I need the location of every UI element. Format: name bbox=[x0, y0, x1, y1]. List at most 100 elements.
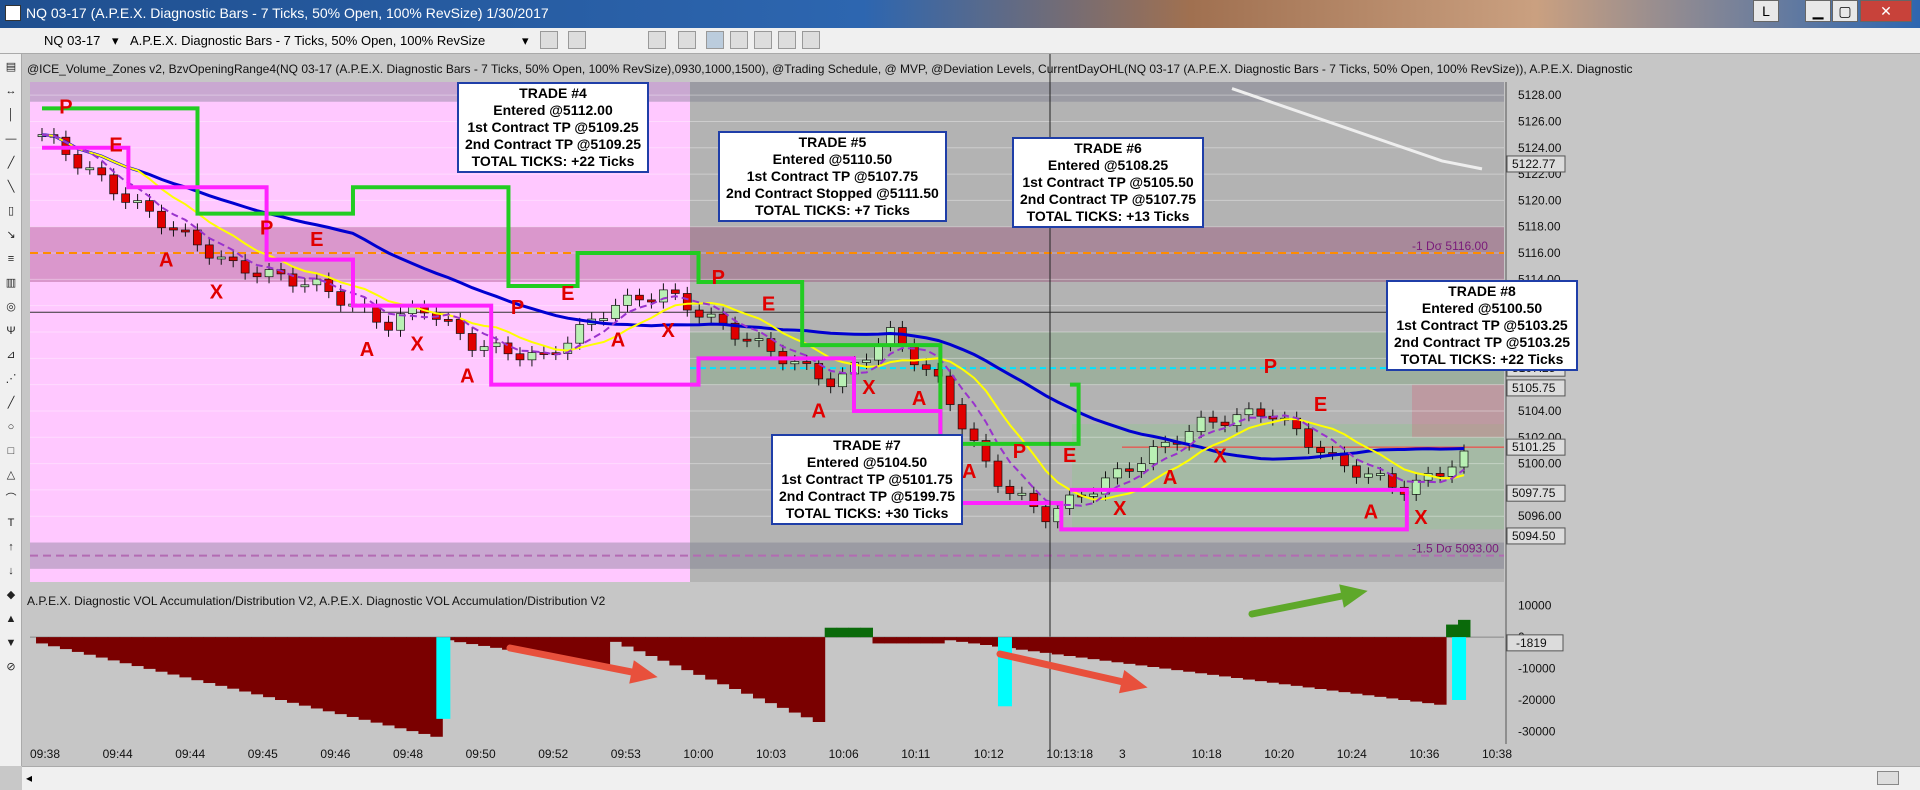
instrument-selector[interactable]: NQ 03-17 bbox=[44, 33, 100, 48]
arc-icon[interactable]: ⌒ bbox=[3, 492, 19, 506]
chart-style-icon[interactable] bbox=[540, 31, 558, 49]
close-button[interactable]: ✕ bbox=[1860, 0, 1912, 22]
triangle-up-icon[interactable]: ▲ bbox=[3, 612, 19, 626]
drawing-tool-icon[interactable] bbox=[568, 31, 586, 49]
time-tick-label: 10:36 bbox=[1409, 747, 1439, 761]
price-chart[interactable]: 5096.005098.005100.005102.005104.005106.… bbox=[22, 54, 1920, 766]
volume-bar bbox=[657, 637, 670, 661]
remove-icon[interactable]: ⊘ bbox=[3, 660, 19, 674]
top-band bbox=[30, 82, 1504, 102]
title-bar: NQ 03-17 (A.P.E.X. Diagnostic Bars - 7 T… bbox=[0, 0, 1920, 28]
trade-note-4: TRADE #4 Entered @5112.00 1st Contract T… bbox=[457, 82, 650, 173]
time-tick-label: 09:46 bbox=[320, 747, 350, 761]
extended-icon[interactable]: ↘ bbox=[3, 228, 19, 242]
horizontal-scrollbar[interactable]: ◂ bbox=[22, 766, 1920, 790]
crosshair-icon[interactable] bbox=[648, 31, 666, 49]
indicators-icon[interactable] bbox=[730, 31, 748, 49]
candle-body bbox=[1364, 473, 1373, 478]
volume-bar bbox=[645, 637, 658, 656]
arrow-line-icon[interactable]: ╲ bbox=[3, 180, 19, 194]
volume-bar bbox=[155, 637, 168, 672]
volume-bar bbox=[1063, 637, 1077, 656]
signal-letter-a: A bbox=[360, 339, 374, 361]
volume-bar bbox=[1458, 619, 1471, 638]
candle-body bbox=[957, 404, 967, 430]
candle-body bbox=[216, 256, 226, 260]
volume-bar bbox=[1075, 637, 1089, 658]
volume-bar bbox=[478, 637, 491, 646]
bar-type-dropdown-icon[interactable]: ▾ bbox=[522, 33, 529, 49]
triangle-down-icon[interactable]: ▼ bbox=[3, 636, 19, 650]
volume-bar bbox=[1087, 637, 1101, 660]
volume-bar bbox=[693, 637, 706, 675]
trade-5-title: TRADE #5 bbox=[798, 134, 867, 150]
signal-letter-p: P bbox=[1264, 356, 1277, 378]
volume-bar bbox=[1398, 637, 1411, 700]
time-tick-label: 10:03 bbox=[756, 747, 786, 761]
price-tick-label: 5120.00 bbox=[1518, 193, 1562, 207]
signal-letter-p: P bbox=[511, 297, 524, 319]
signal-letter-p: P bbox=[1013, 441, 1026, 463]
rectangle-icon[interactable]: □ bbox=[3, 444, 19, 458]
candle-body bbox=[240, 260, 250, 274]
signal-letter-x: X bbox=[210, 281, 224, 303]
pitchfork-icon[interactable]: Ψ bbox=[3, 324, 19, 338]
volume-spike bbox=[436, 637, 451, 719]
ray-icon[interactable]: ╱ bbox=[3, 156, 19, 170]
volume-bar bbox=[251, 637, 264, 695]
triangle-icon[interactable]: △ bbox=[3, 468, 19, 482]
time-tick-label: 10:06 bbox=[829, 747, 859, 761]
text-icon[interactable]: T bbox=[3, 516, 19, 530]
properties-icon[interactable] bbox=[706, 31, 724, 49]
gann-icon[interactable]: ▥ bbox=[3, 276, 19, 290]
zoom-icon[interactable] bbox=[678, 31, 696, 49]
bar-type-selector[interactable]: A.P.E.X. Diagnostic Bars - 7 Ticks, 50% … bbox=[130, 33, 485, 48]
arrow-down-icon[interactable]: ↓ bbox=[3, 564, 19, 578]
candle-body bbox=[133, 200, 142, 203]
triangle-tool-icon[interactable]: ⊿ bbox=[3, 348, 19, 362]
diamond-icon[interactable]: ◆ bbox=[3, 588, 19, 602]
trade-6-title: TRADE #6 bbox=[1074, 140, 1142, 156]
circle-tool-icon[interactable]: ◎ bbox=[3, 300, 19, 314]
signal-letter-x: X bbox=[1214, 445, 1228, 467]
minimize-button[interactable]: ▁ bbox=[1805, 0, 1831, 22]
l-button[interactable]: L bbox=[1753, 0, 1779, 22]
volume-bar bbox=[1015, 637, 1029, 650]
template-icon[interactable] bbox=[778, 31, 796, 49]
volume-bar bbox=[1314, 637, 1328, 689]
ellipse-icon[interactable]: ○ bbox=[3, 420, 19, 434]
scroll-thumb[interactable] bbox=[1877, 771, 1899, 785]
trade-icon[interactable] bbox=[802, 31, 820, 49]
volume-bar bbox=[107, 637, 121, 661]
value-zone-upper bbox=[30, 226, 1504, 282]
candle-body bbox=[886, 327, 895, 346]
candle-body bbox=[515, 353, 525, 361]
time-tick-label: 09:44 bbox=[175, 747, 205, 761]
vline-icon[interactable]: │ bbox=[3, 108, 19, 122]
line-icon[interactable]: — bbox=[3, 132, 19, 146]
pointer-icon[interactable]: ▤ bbox=[3, 60, 19, 74]
strategy-icon[interactable] bbox=[754, 31, 772, 49]
price-flag-label: 5094.50 bbox=[1512, 529, 1556, 543]
time-tick-label: 3 bbox=[1119, 747, 1126, 761]
volume-bar bbox=[59, 637, 73, 650]
candle-body bbox=[157, 210, 166, 229]
arrow-up-icon[interactable]: ↑ bbox=[3, 540, 19, 554]
signal-letter-a: A bbox=[1163, 467, 1177, 489]
volume-tick-label: 10000 bbox=[1518, 599, 1552, 613]
volume-bar bbox=[1135, 637, 1148, 666]
channel-icon[interactable]: ╱ bbox=[3, 396, 19, 410]
rect-tool-icon[interactable]: ▯ bbox=[3, 204, 19, 218]
volume-bar bbox=[310, 637, 324, 709]
hline-icon[interactable]: ↔ bbox=[3, 84, 19, 98]
candle-body bbox=[264, 269, 274, 278]
instrument-dropdown-icon[interactable]: ▾ bbox=[112, 33, 119, 49]
scroll-left-icon[interactable]: ◂ bbox=[26, 771, 32, 785]
candle-body bbox=[1137, 463, 1146, 472]
regression-icon[interactable]: ⋰ bbox=[3, 372, 19, 386]
maximize-button[interactable]: ▢ bbox=[1832, 0, 1858, 22]
fib-icon[interactable]: ≡ bbox=[3, 252, 19, 266]
volume-bar bbox=[717, 637, 730, 685]
candle-body bbox=[682, 293, 692, 311]
trade-7-entry: Entered @5104.50 bbox=[806, 454, 928, 470]
